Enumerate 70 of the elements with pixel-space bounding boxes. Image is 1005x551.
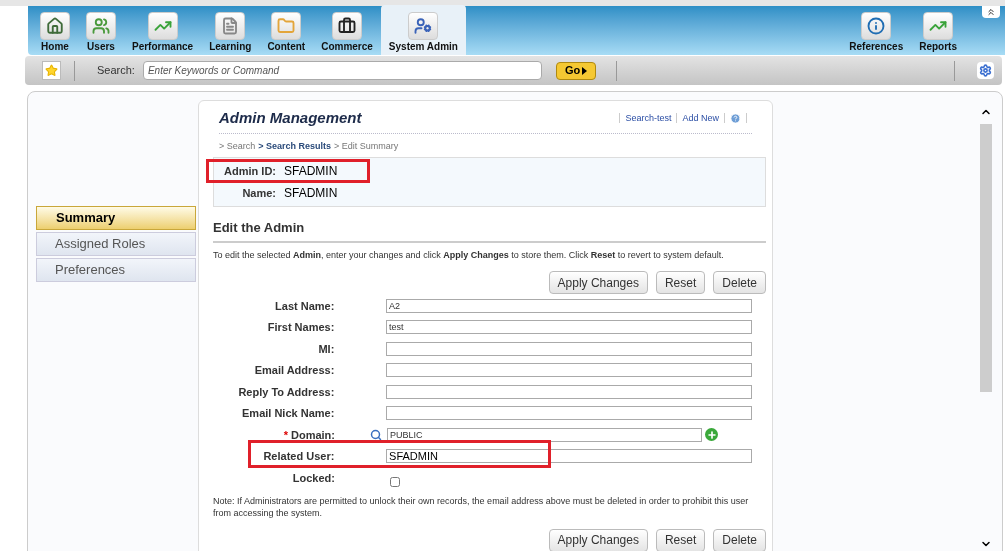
breadcrumb-link[interactable]: > Search Results [258,139,332,153]
field-label: Email Nick Name: [241,406,335,421]
document-icon [221,17,240,35]
search-field[interactable]: Enter Keywords or Command [142,61,542,80]
text-field[interactable]: test [386,320,752,335]
field-label: * Domain: [282,427,335,443]
form-button[interactable]: Apply Changes [548,271,648,294]
field-label: MI: [317,341,335,357]
briefcase-icon [338,17,356,35]
breadcrumb-item: > Search [219,139,256,153]
collapse-button[interactable] [982,6,1000,18]
required-mark: * [283,428,288,441]
form-button[interactable]: Delete [713,271,766,294]
header-link[interactable]: Add New [682,111,719,125]
nav-tab[interactable]: Content [259,5,314,55]
user-gear-icon [414,17,433,35]
settings-button[interactable] [977,62,994,79]
summary-value: SFADMIN [284,185,338,202]
form-button[interactable]: Reset [655,271,706,294]
text-field[interactable] [386,341,752,356]
nav-tab[interactable]: System Admin [380,5,466,55]
breadcrumb-item: > Edit Summary [334,139,399,153]
sidebar-tab[interactable]: Summary [36,206,196,230]
summary-label: Name: [241,185,276,201]
search-label: Search: [97,63,135,79]
users-icon [92,17,110,35]
header-link[interactable]: Search-test [625,111,672,125]
nav-tab[interactable]: Performance [124,5,202,55]
text-field[interactable] [386,363,752,378]
nav-tab[interactable]: Users [78,5,124,55]
nav-tab[interactable]: Commerce [313,5,381,55]
checkbox[interactable] [390,476,400,487]
form-button[interactable]: Apply Changes [548,528,648,551]
text-field[interactable] [386,406,752,421]
field-label: Related User: [262,449,335,464]
text-field[interactable] [386,384,752,399]
sidebar-tab[interactable]: Preferences [36,258,196,282]
note-text: Note: If Administrators are permitted to unlock their own records, the email address above must be deleted in order to prohibit this user from accessing the system. [213,494,750,519]
field-label: Last Name: [274,298,335,314]
text-field[interactable]: PUBLIC [387,427,702,442]
go-button[interactable]: Go [555,61,597,80]
form-button[interactable]: Delete [713,528,766,551]
add-icon[interactable] [705,428,718,442]
nav-tab[interactable]: Learning [201,5,260,55]
summary-label: Admin ID: [223,163,276,179]
play-icon [582,66,588,75]
settings-icon [979,64,992,77]
info-icon [867,17,886,35]
field-label: Email Address: [253,363,335,378]
page-title: Admin Management [219,108,362,128]
star-icon [45,64,58,77]
folder-icon [277,17,296,35]
nav-tab[interactable]: Home [32,5,78,55]
nav-tab[interactable]: Reports [911,5,965,55]
help-icon[interactable] [730,112,741,124]
field-label: Reply To Address: [237,384,335,400]
home-icon [46,17,64,35]
text-field[interactable]: SFADMIN [386,449,752,464]
sidebar-tab[interactable]: Assigned Roles [36,232,196,256]
search-icon[interactable] [370,428,382,441]
field-label: First Names: [266,320,335,335]
field-label: Locked: [291,470,335,486]
section-title: Edit the Admin [213,218,766,243]
form-button[interactable]: Reset [655,528,706,551]
text-field[interactable]: A2 [386,298,752,313]
chevrons-up-icon [986,7,996,17]
favorites-button[interactable] [42,61,61,80]
nav-tab[interactable]: References [841,5,912,55]
intro-text: To edit the selected Admin, enter your changes and click Apply Changes to store them. Click Reset to revert to system default. [213,248,725,262]
summary-value: SFADMIN [284,163,338,180]
